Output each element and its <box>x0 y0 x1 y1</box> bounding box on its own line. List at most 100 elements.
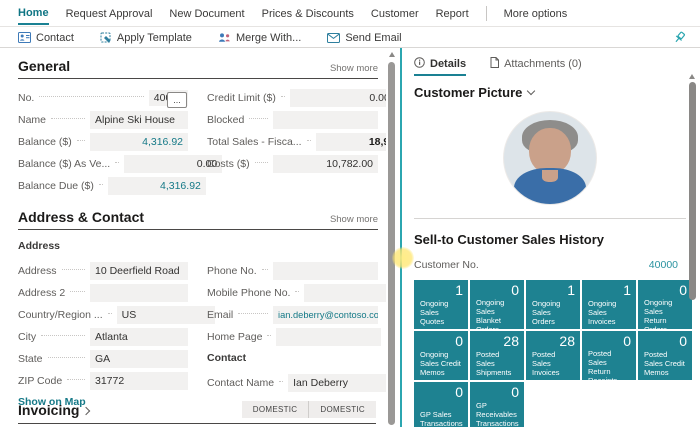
apply-template-button[interactable]: Apply Template <box>100 32 192 44</box>
send-email-button[interactable]: Send Email <box>327 32 401 44</box>
scrollbar-thumb[interactable] <box>689 82 696 300</box>
nav-tab-report[interactable]: Report <box>436 3 469 24</box>
merge-with-button-label: Merge With... <box>236 32 301 44</box>
address2-field[interactable] <box>90 284 188 302</box>
scroll-up-arrow-icon[interactable] <box>689 74 695 79</box>
tab-details[interactable]: Details <box>414 57 466 76</box>
city-field[interactable]: Atlanta <box>90 328 188 346</box>
address-section-header: Address & Contact Show more <box>18 209 378 225</box>
chevron-down-icon <box>527 87 535 95</box>
cue-gp-receivables-transactions[interactable]: 0GP Receivables Transactions <box>470 382 524 427</box>
contact-group-label: Contact <box>207 352 378 368</box>
mobile-phone-field[interactable] <box>304 284 386 302</box>
customer-no-value[interactable]: 40000 <box>649 259 678 271</box>
address-field[interactable]: 10 Deerfield Road <box>90 262 188 280</box>
factbox-tabs: Details Attachments (0) <box>414 50 686 76</box>
field-label: Balance ($) <box>18 136 72 148</box>
dotted-leader <box>238 313 268 314</box>
cue-posted-sales-credit-memos[interactable]: 0Posted Sales Credit Memos <box>638 331 692 380</box>
cue-label: GP Sales Transactions <box>420 410 463 427</box>
invoicing-section-title[interactable]: Invoicing <box>18 402 89 418</box>
address-show-more-link[interactable]: Show more <box>330 214 378 225</box>
cue-ongoing-sales-invoices[interactable]: 1Ongoing Sales Invoices <box>582 280 636 329</box>
cue-ongoing-sales-blanket-orders[interactable]: 0Ongoing Sales Blanket Orders <box>470 280 524 329</box>
email-field[interactable]: ian.deberry@contoso.com <box>273 306 378 324</box>
field-row: ZIP Code 31772 <box>18 372 188 390</box>
field-label: Home Page <box>207 331 262 343</box>
cue-ongoing-sales-orders[interactable]: 1Ongoing Sales Orders <box>526 280 580 329</box>
field-label: ZIP Code <box>18 375 62 387</box>
customer-posting-group-badge[interactable]: DOMESTIC <box>308 401 376 418</box>
cue-ongoing-sales-credit-memos[interactable]: 0Ongoing Sales Credit Memos <box>414 331 468 380</box>
cue-ongoing-sales-return-orders[interactable]: 0Ongoing Sales Return Orders <box>638 280 692 329</box>
invoicing-title-text: Invoicing <box>18 402 79 418</box>
field-row: State GA <box>18 350 188 368</box>
dotted-leader <box>115 162 119 163</box>
nav-tab-new-document[interactable]: New Document <box>169 3 244 24</box>
chevron-right-icon <box>82 406 90 414</box>
name-field[interactable]: Alpine Ski House <box>90 111 188 129</box>
invoicing-section-header[interactable]: Invoicing DOMESTIC DOMESTIC <box>18 401 376 424</box>
field-label: Total Sales - Fisca... <box>207 136 302 148</box>
factbox-scrollbar[interactable] <box>688 48 698 427</box>
envelope-icon <box>327 33 340 43</box>
nav-tab-home[interactable]: Home <box>18 2 49 25</box>
contact-name-field[interactable]: Ian Deberry <box>288 374 386 392</box>
total-sales-field[interactable]: 18,974.20 <box>316 133 386 151</box>
sales-history-cue-tiles: 1Ongoing Sales Quotes 0Ongoing Sales Bla… <box>414 280 686 427</box>
field-row: Credit Limit ($) 0.00 <box>207 89 378 107</box>
nav-tab-customer[interactable]: Customer <box>371 3 419 24</box>
cue-value: 0 <box>644 283 687 298</box>
address-section-title: Address & Contact <box>18 209 144 225</box>
section-divider <box>18 229 378 230</box>
field-row: Phone No. <box>207 262 378 280</box>
customer-photo[interactable] <box>504 112 596 204</box>
cue-value: 0 <box>476 385 519 400</box>
cue-ongoing-sales-quotes[interactable]: 1Ongoing Sales Quotes <box>414 280 468 329</box>
tab-attachments[interactable]: Attachments (0) <box>490 57 582 76</box>
cue-gp-sales-transactions[interactable]: 0GP Sales Transactions <box>414 382 468 427</box>
balance-due-field[interactable]: 4,316.92 <box>108 177 206 195</box>
credit-limit-field[interactable]: 0.00 <box>290 89 386 107</box>
contact-button[interactable]: Contact <box>18 32 74 44</box>
assist-edit-button[interactable]: ... <box>167 92 187 108</box>
dotted-leader <box>295 291 299 292</box>
phone-field[interactable] <box>273 262 378 280</box>
cue-posted-sales-invoices[interactable]: 28Posted Sales Invoices <box>526 331 580 380</box>
dotted-leader <box>267 335 271 336</box>
send-email-button-label: Send Email <box>345 32 401 44</box>
zip-code-field[interactable]: 31772 <box>90 372 188 390</box>
field-row: Mobile Phone No. <box>207 284 378 302</box>
apply-template-button-label: Apply Template <box>117 32 192 44</box>
scroll-up-arrow-icon[interactable] <box>389 52 395 57</box>
field-row: Address 2 <box>18 284 188 302</box>
merge-with-button[interactable]: Merge With... <box>218 32 301 44</box>
cue-posted-sales-shipments[interactable]: 28Posted Sales Shipments <box>470 331 524 380</box>
costs-field[interactable]: 10,782.00 <box>273 155 378 173</box>
balance-field[interactable]: 4,316.92 <box>90 133 188 151</box>
field-row: Email ian.deberry@contoso.com <box>207 306 378 324</box>
nav-tab-prices-discounts[interactable]: Prices & Discounts <box>262 3 354 24</box>
contact-card-icon <box>18 32 31 43</box>
field-row: No. 40000... <box>18 89 188 107</box>
dotted-leader <box>41 335 85 336</box>
customer-no-label: Customer No. <box>414 259 479 271</box>
field-label: Mobile Phone No. <box>207 287 290 299</box>
nav-tab-request-approval[interactable]: Request Approval <box>66 3 153 24</box>
customer-picture-header[interactable]: Customer Picture <box>414 85 686 100</box>
home-page-field[interactable] <box>276 328 381 346</box>
dotted-leader <box>99 184 103 185</box>
cue-value: 1 <box>532 283 575 298</box>
country-region-field[interactable]: US <box>117 306 215 324</box>
cue-posted-sales-return-receipts[interactable]: 0Posted Sales Return Receipts <box>582 331 636 380</box>
gen-bus-posting-group-badge[interactable]: DOMESTIC <box>242 401 309 418</box>
field-label: Balance ($) As Ve... <box>18 158 110 170</box>
left-panel-scrollbar[interactable] <box>386 48 398 427</box>
action-toolbar: Contact Apply Template Merge With... Sen… <box>0 28 700 48</box>
blocked-field[interactable] <box>273 111 378 129</box>
scrollbar-thumb[interactable] <box>388 62 395 425</box>
more-options-button[interactable]: More options <box>504 3 568 24</box>
state-field[interactable]: GA <box>90 350 188 368</box>
pin-factbox-icon[interactable] <box>670 30 688 48</box>
general-show-more-link[interactable]: Show more <box>330 63 378 74</box>
